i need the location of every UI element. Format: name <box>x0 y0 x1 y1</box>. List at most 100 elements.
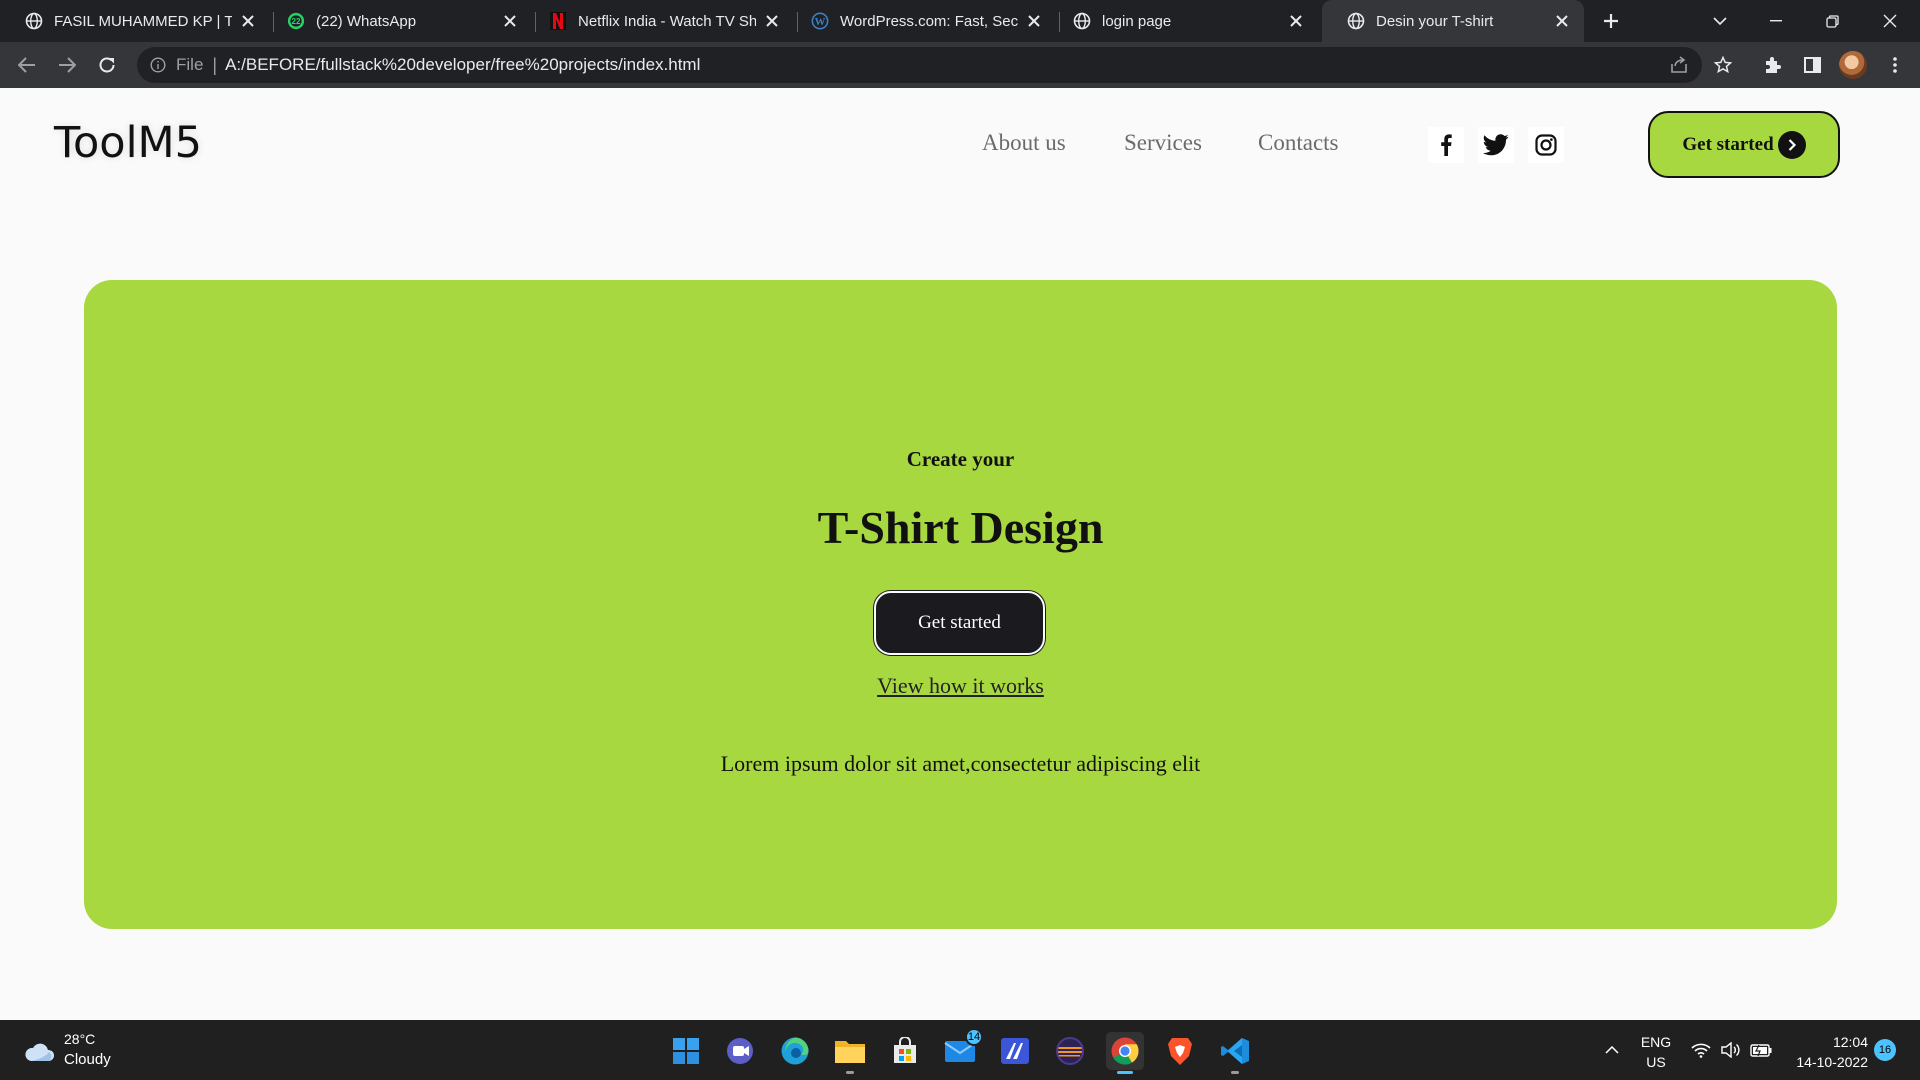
running-indicator <box>1117 1071 1133 1074</box>
address-bar[interactable]: File | A:/BEFORE/fullstack%20developer/f… <box>137 47 1702 83</box>
pen-app-icon[interactable] <box>996 1032 1034 1070</box>
nav-services[interactable]: Services <box>1124 130 1202 156</box>
close-icon[interactable] <box>1286 11 1306 31</box>
tab-strip: FASIL MUHAMMED KP | TECH 22 (22) WhatsAp… <box>0 0 1920 42</box>
view-how-it-works-text[interactable]: View how it works <box>877 673 1044 698</box>
running-indicator <box>846 1071 854 1074</box>
profile-avatar[interactable] <box>1839 51 1867 79</box>
forward-button[interactable] <box>52 50 82 80</box>
cloud-icon[interactable] <box>23 1040 55 1062</box>
close-icon[interactable] <box>1552 11 1572 31</box>
tab-wordpress[interactable]: W WordPress.com: Fast, Secure <box>786 0 1056 42</box>
tab-title: Desin your T-shirt <box>1376 12 1494 30</box>
globe-icon <box>1347 12 1365 30</box>
tab-title: FASIL MUHAMMED KP | TECH <box>54 12 232 30</box>
close-icon[interactable] <box>500 11 520 31</box>
arrow-left-icon <box>18 57 35 73</box>
page-viewport: ToolM5 About us Services Contacts Get st… <box>0 88 1920 1020</box>
nav-contacts[interactable]: Contacts <box>1258 130 1339 156</box>
brave-icon[interactable] <box>1161 1032 1199 1070</box>
whatsapp-icon: 22 <box>287 12 305 30</box>
teams-icon[interactable] <box>721 1032 759 1070</box>
weather-temperature[interactable]: 28°C <box>64 1031 95 1047</box>
tab-title: (22) WhatsApp <box>316 12 417 30</box>
side-panel-icon[interactable] <box>1797 50 1827 80</box>
mail-badge: 14 <box>965 1028 983 1046</box>
tab-title: login page <box>1102 12 1172 30</box>
header-get-started-button[interactable]: Get started <box>1648 111 1840 178</box>
arrow-right-icon <box>59 57 76 73</box>
globe-icon <box>1073 12 1091 30</box>
instagram-icon[interactable] <box>1528 127 1564 163</box>
minimize-button[interactable] <box>1748 0 1804 42</box>
url-scheme-label: File <box>176 55 204 74</box>
close-icon[interactable] <box>238 11 258 31</box>
wordpress-icon: W <box>811 12 829 30</box>
tab-whatsapp[interactable]: 22 (22) WhatsApp <box>262 0 532 42</box>
volume-icon[interactable] <box>1718 1020 1744 1080</box>
extensions-icon[interactable] <box>1757 50 1787 80</box>
svg-text:W: W <box>815 16 826 28</box>
info-icon[interactable] <box>149 56 167 74</box>
hero-subtitle: Create your <box>906 447 1015 471</box>
hero-get-started-button[interactable]: Get started <box>874 591 1045 655</box>
store-icon[interactable] <box>886 1032 924 1070</box>
region-code: US <box>1646 1054 1666 1070</box>
tab-design-tshirt[interactable]: Desin your T-shirt <box>1322 0 1584 42</box>
weather-description[interactable]: Cloudy <box>64 1051 111 1068</box>
menu-icon[interactable] <box>1880 50 1910 80</box>
reload-icon <box>99 57 115 73</box>
chevron-right-icon <box>1777 130 1806 159</box>
wifi-icon[interactable] <box>1688 1020 1714 1080</box>
header-get-started-label: Get started <box>1682 133 1774 155</box>
restore-icon <box>1825 14 1839 28</box>
language-indicator[interactable]: ENG US <box>1638 1032 1674 1072</box>
vscode-icon[interactable] <box>1216 1032 1254 1074</box>
url-text[interactable]: A:/BEFORE/fullstack%20developer/free%20p… <box>225 55 700 75</box>
share-icon[interactable] <box>1664 47 1694 83</box>
chevron-up-icon[interactable] <box>1598 1020 1626 1080</box>
tab-login-page[interactable]: login page <box>1048 0 1318 42</box>
edge-icon[interactable] <box>776 1032 814 1070</box>
browser-toolbar: File | A:/BEFORE/fullstack%20developer/f… <box>0 42 1920 88</box>
tab-search-button[interactable] <box>1692 0 1748 42</box>
eclipse-icon[interactable] <box>1051 1032 1089 1070</box>
netflix-icon <box>549 12 567 30</box>
nav-about-us[interactable]: About us <box>982 130 1066 156</box>
facebook-icon[interactable] <box>1428 127 1464 163</box>
close-icon <box>1883 14 1897 28</box>
language-code: ENG <box>1640 1034 1672 1050</box>
svg-text:22: 22 <box>292 17 301 26</box>
notification-badge[interactable]: 16 <box>1874 1039 1896 1061</box>
windows-start-icon[interactable] <box>667 1032 705 1070</box>
back-button[interactable] <box>12 50 42 80</box>
plus-icon <box>1604 14 1618 28</box>
tab-title: WordPress.com: Fast, Secure <box>840 12 1018 30</box>
tab-fasil[interactable]: FASIL MUHAMMED KP | TECH <box>0 0 270 42</box>
globe-icon <box>25 12 43 30</box>
battery-icon[interactable] <box>1748 1020 1774 1080</box>
minimize-icon <box>1770 20 1782 22</box>
close-icon[interactable] <box>762 11 782 31</box>
close-window-button[interactable] <box>1862 0 1918 42</box>
restore-button[interactable] <box>1804 0 1860 42</box>
new-tab-button[interactable] <box>1598 8 1624 34</box>
clock-date: 14-10-2022 <box>1796 1054 1868 1070</box>
twitter-icon[interactable] <box>1478 127 1514 163</box>
hero-section: Create your T-Shirt Design Get started V… <box>84 280 1837 929</box>
close-icon[interactable] <box>1024 11 1044 31</box>
view-how-it-works-link: View how it works <box>84 673 1837 699</box>
chevron-down-icon <box>1713 16 1727 25</box>
tab-netflix[interactable]: Netflix India - Watch TV Shows <box>524 0 794 42</box>
file-explorer-icon[interactable] <box>831 1032 869 1074</box>
url-divider: | <box>212 54 218 75</box>
hero-description: Lorem ipsum dolor sit amet,consectetur a… <box>720 751 1201 776</box>
site-logo[interactable]: ToolM5 <box>54 118 202 168</box>
hero-title: T-Shirt Design <box>817 502 1104 553</box>
system-clock[interactable]: 12:04 14-10-2022 <box>1786 1032 1868 1072</box>
bookmark-star-icon[interactable] <box>1708 50 1738 80</box>
windows-taskbar: 28°C Cloudy 14 ENG US 12:04 14-10-2022 1… <box>0 1020 1920 1080</box>
reload-button[interactable] <box>92 50 122 80</box>
chrome-icon[interactable] <box>1106 1032 1144 1074</box>
mail-icon[interactable]: 14 <box>941 1028 983 1070</box>
